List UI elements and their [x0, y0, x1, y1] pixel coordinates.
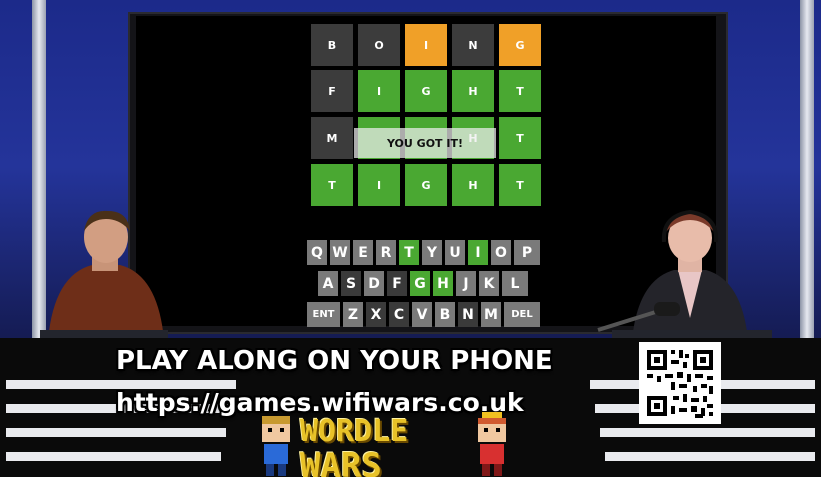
floor-stripe: [6, 452, 221, 461]
key-w[interactable]: W: [330, 240, 350, 265]
key-t[interactable]: T: [399, 240, 419, 265]
key-q[interactable]: Q: [307, 240, 327, 265]
key-enter[interactable]: ENT: [307, 302, 340, 327]
key-n[interactable]: N: [458, 302, 478, 327]
key-b[interactable]: B: [435, 302, 455, 327]
key-c[interactable]: C: [389, 302, 409, 327]
board-tile: T: [499, 70, 541, 112]
key-f[interactable]: F: [387, 271, 407, 296]
key-e[interactable]: E: [353, 240, 373, 265]
board-tile: I: [358, 164, 400, 206]
key-d[interactable]: D: [364, 271, 384, 296]
key-r[interactable]: R: [376, 240, 396, 265]
pixel-character-left-icon: [262, 416, 290, 476]
key-p[interactable]: P: [514, 240, 540, 265]
key-a[interactable]: A: [318, 271, 338, 296]
key-y[interactable]: Y: [422, 240, 442, 265]
board-tile: G: [405, 164, 447, 206]
qr-code: [639, 342, 721, 424]
board-tile: M: [311, 117, 353, 159]
pixel-character-right-icon: [478, 412, 506, 476]
board-tile: I: [358, 70, 400, 112]
board-tile: B: [311, 24, 353, 66]
board-tile: G: [499, 24, 541, 66]
key-x[interactable]: X: [366, 302, 386, 327]
floor-stripe: [605, 452, 815, 461]
key-g[interactable]: G: [410, 271, 430, 296]
presenter-left: [48, 210, 164, 340]
studio-scene: B O I N G F I G H T M H T T I G H T YOU …: [0, 0, 821, 477]
logo-wordle: WORDLE: [300, 414, 409, 449]
board-tile: G: [405, 70, 447, 112]
key-l[interactable]: L: [502, 271, 528, 296]
board-tile: N: [452, 24, 494, 66]
key-i[interactable]: I: [468, 240, 488, 265]
board-tile: T: [499, 164, 541, 206]
right-pillar: [800, 0, 814, 345]
key-u[interactable]: U: [445, 240, 465, 265]
key-delete[interactable]: DEL: [504, 302, 540, 327]
win-toast: YOU GOT IT!: [354, 128, 496, 158]
key-z[interactable]: Z: [343, 302, 363, 327]
play-along-heading: PLAY ALONG ON YOUR PHONE: [116, 346, 553, 376]
key-s[interactable]: S: [341, 271, 361, 296]
floor-stripe: [6, 428, 226, 437]
board-tile: T: [499, 117, 541, 159]
key-j[interactable]: J: [456, 271, 476, 296]
key-k[interactable]: K: [479, 271, 499, 296]
floor-stripe: [600, 428, 815, 437]
logo-wars: WARS: [300, 446, 382, 477]
key-v[interactable]: V: [412, 302, 432, 327]
key-h[interactable]: H: [433, 271, 453, 296]
board-tile: O: [358, 24, 400, 66]
board-tile: F: [311, 70, 353, 112]
games-url-link[interactable]: https://games.wifiwars.co.uk: [116, 388, 524, 417]
board-tile: T: [311, 164, 353, 206]
board-tile: H: [452, 164, 494, 206]
key-o[interactable]: O: [491, 240, 511, 265]
board-tile: H: [452, 70, 494, 112]
board-tile: I: [405, 24, 447, 66]
key-m[interactable]: M: [481, 302, 501, 327]
